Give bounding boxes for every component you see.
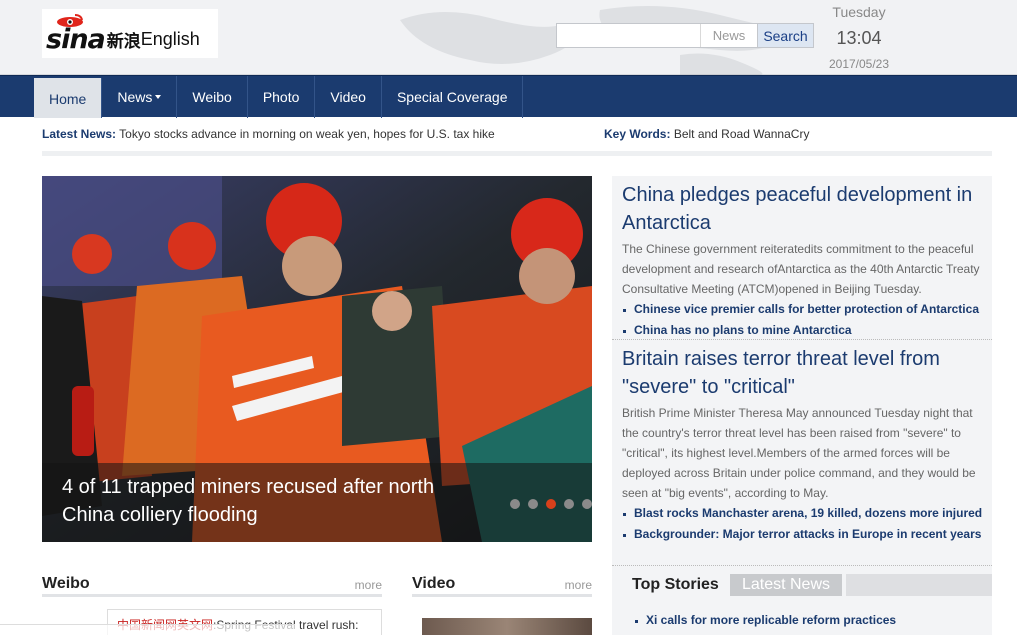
- search-category-select[interactable]: News: [701, 24, 757, 47]
- story-title[interactable]: China pledges peaceful development in An…: [622, 181, 987, 237]
- headline-column: China pledges peaceful development in An…: [612, 176, 992, 635]
- slide-dot-1[interactable]: [510, 499, 520, 509]
- related-link[interactable]: Blast rocks Manchaster arena, 19 killed,…: [622, 503, 987, 524]
- stories-tabs: Top Stories Latest News: [612, 574, 992, 598]
- video-thumbnail[interactable]: [422, 618, 592, 635]
- slide-dot-4[interactable]: [564, 499, 574, 509]
- search-button[interactable]: Search: [757, 24, 813, 47]
- nav-video-label: Video: [330, 89, 366, 105]
- nav-photo-label: Photo: [262, 89, 300, 105]
- logo-sina-text: sina: [46, 24, 106, 55]
- logo-cn-text: 新浪: [106, 32, 141, 52]
- clock-time: 13:04: [836, 28, 882, 48]
- hero-slideshow[interactable]: 4 of 11 trapped miners recused after nor…: [42, 176, 592, 542]
- list-item[interactable]: Xi calls for more replicable reform prac…: [634, 613, 896, 627]
- site-header: sina 新浪 English News Search Tuesday 13:0…: [0, 0, 1017, 75]
- hero-caption-bar: 4 of 11 trapped miners recused after nor…: [42, 463, 592, 542]
- tabs-filler: [846, 574, 992, 596]
- nav-home[interactable]: Home: [34, 78, 103, 118]
- sina-eye-icon: [57, 14, 83, 27]
- nav-weibo-label: Weibo: [192, 89, 232, 105]
- weibo-section-header: Weibo more: [42, 575, 382, 597]
- story-summary: The Chinese government reiteratedits com…: [622, 242, 980, 296]
- divider: [612, 339, 992, 340]
- section-title: Video: [412, 575, 456, 592]
- slide-dot-3-active[interactable]: [546, 499, 556, 509]
- story-title[interactable]: Britain raises terror threat level from …: [622, 345, 987, 401]
- nav-news[interactable]: News: [102, 76, 178, 118]
- divider: [42, 151, 992, 156]
- fade-strip: [0, 624, 295, 635]
- video-more-link[interactable]: more: [565, 578, 592, 592]
- story-antarctica: China pledges peaceful development in An…: [622, 181, 987, 341]
- nav-news-label: News: [117, 89, 153, 105]
- video-section-header: Video more: [412, 575, 592, 597]
- search-form: News Search: [556, 23, 814, 48]
- caret-down-icon: [155, 94, 162, 99]
- story-britain-terror: Britain raises terror threat level from …: [622, 345, 987, 545]
- main-nav: Home News Weibo Photo Video Special Cove…: [0, 75, 1017, 118]
- clock-date: 2017/05/23: [828, 57, 890, 71]
- clock-widget: Tuesday 13:04 2017/05/23: [816, 0, 902, 71]
- latest-news-ticker[interactable]: Tokyo stocks advance in morning on weak …: [119, 127, 495, 141]
- slide-dot-2[interactable]: [528, 499, 538, 509]
- section-title: Weibo: [42, 575, 90, 592]
- related-link[interactable]: Backgrounder: Major terror attacks in Eu…: [622, 524, 987, 545]
- slide-dot-5[interactable]: [582, 499, 592, 509]
- nav-photo[interactable]: Photo: [248, 76, 316, 118]
- logo-en-text: English: [140, 29, 200, 49]
- nav-home-label: Home: [49, 91, 87, 107]
- sina-english-logo[interactable]: sina 新浪 English: [42, 9, 218, 58]
- related-link[interactable]: Chinese vice premier calls for better pr…: [622, 299, 987, 320]
- key-words-list[interactable]: Belt and Road WannaCry: [674, 127, 810, 141]
- slide-indicators: [510, 499, 592, 509]
- nav-video[interactable]: Video: [315, 76, 382, 118]
- nav-special-coverage-label: Special Coverage: [396, 89, 508, 105]
- key-words: Key Words: Belt and Road WannaCry: [604, 127, 809, 141]
- nav-weibo[interactable]: Weibo: [177, 76, 248, 118]
- related-link[interactable]: China has no plans to mine Antarctica: [622, 320, 987, 341]
- hero-caption[interactable]: 4 of 11 trapped miners recused after nor…: [62, 473, 462, 529]
- search-input[interactable]: [557, 24, 701, 47]
- tab-latest-news[interactable]: Latest News: [730, 574, 842, 596]
- divider: [612, 565, 992, 566]
- clock-day: Tuesday: [832, 4, 886, 20]
- weibo-more-link[interactable]: more: [355, 578, 382, 592]
- key-words-label: Key Words:: [604, 127, 671, 141]
- nav-special-coverage[interactable]: Special Coverage: [382, 76, 524, 118]
- story-summary: British Prime Minister Theresa May annou…: [622, 406, 976, 500]
- latest-news-label: Latest News:: [42, 127, 117, 141]
- tab-top-stories[interactable]: Top Stories: [624, 574, 728, 596]
- latest-news-bar: Latest News: Tokyo stocks advance in mor…: [42, 127, 992, 143]
